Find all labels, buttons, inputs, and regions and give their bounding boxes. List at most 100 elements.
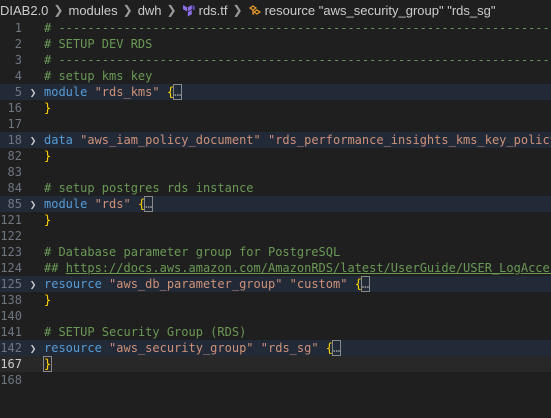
line-number: 125 bbox=[0, 277, 22, 291]
code-text: # --------------------------------------… bbox=[44, 21, 551, 35]
chevron-right-icon[interactable]: ❯ bbox=[22, 342, 44, 355]
code-text: # setup postgres rds instance bbox=[44, 181, 254, 195]
code-text: } bbox=[44, 293, 51, 307]
code-token[interactable]: … bbox=[331, 340, 342, 356]
code-line[interactable]: 141 # SETUP Security Group (RDS) bbox=[0, 324, 551, 340]
code-token: "rds_performance_insights_kms_key_policy… bbox=[267, 133, 551, 147]
code-line[interactable]: 125 ❯ resource "aws_db_parameter_group" "c… bbox=[0, 276, 551, 292]
code-line[interactable]: 5 ❯ module "rds_kms" {… bbox=[0, 84, 551, 100]
chevron-right-icon: ❯ bbox=[122, 3, 133, 17]
line-number: 3 bbox=[14, 53, 22, 67]
line-number: 142 bbox=[0, 341, 22, 355]
line-number: 141 bbox=[0, 325, 22, 339]
link[interactable]: https://docs.aws.amazon.com/AmazonRDS/la… bbox=[66, 261, 551, 275]
code-token: "aws_db_parameter_group" bbox=[109, 277, 283, 291]
breadcrumb-item-dwh[interactable]: dwh bbox=[138, 3, 162, 18]
chevron-right-icon: ❯ bbox=[166, 3, 177, 17]
line-number: 140 bbox=[0, 309, 22, 323]
code-line[interactable]: 85 ❯ module "rds" {… bbox=[0, 196, 551, 212]
code-token: # Database parameter group for PostgreSQ… bbox=[44, 245, 341, 259]
breadcrumb-label: modules bbox=[68, 2, 118, 18]
line-number: 4 bbox=[14, 69, 22, 83]
code-text: ## https://docs.aws.amazon.com/AmazonRDS… bbox=[44, 261, 551, 275]
code-text: # Database parameter group for PostgreSQ… bbox=[44, 245, 340, 259]
chevron-right-icon[interactable]: ❯ bbox=[22, 278, 44, 291]
code-token: "rds_sg" bbox=[260, 341, 319, 355]
code-token: "aws_security_group" bbox=[109, 341, 254, 355]
code-token: { bbox=[166, 85, 175, 99]
breadcrumb-label: DIAB2.0 bbox=[0, 2, 49, 18]
code-text: } bbox=[44, 149, 51, 163]
line-number: 84 bbox=[7, 181, 22, 195]
line-number: 167 bbox=[0, 357, 22, 371]
code-line[interactable]: 83 bbox=[0, 164, 551, 180]
line-number: 124 bbox=[0, 261, 22, 275]
breadcrumb-label: resource "aws_security_group" "rds_sg" bbox=[264, 2, 496, 18]
code-text: module "rds" {… bbox=[44, 196, 154, 212]
line-number: 2 bbox=[14, 37, 22, 51]
code-token[interactable]: … bbox=[360, 276, 371, 292]
chevron-right-icon[interactable]: ❯ bbox=[22, 134, 44, 147]
code-token: data bbox=[44, 133, 81, 147]
code-text: # SETUP DEV RDS bbox=[44, 37, 152, 51]
code-token[interactable]: … bbox=[173, 84, 183, 100]
code-line[interactable]: 84 # setup postgres rds instance bbox=[0, 180, 551, 196]
code-text: } bbox=[44, 213, 51, 227]
code-editor[interactable]: 1 # -------------------------------------… bbox=[0, 20, 551, 418]
code-token: "rds_kms" bbox=[94, 85, 160, 99]
code-token: # SETUP DEV RDS bbox=[44, 37, 153, 51]
code-line[interactable]: 142 ❯ resource "aws_security_group" "rds_s… bbox=[0, 340, 551, 356]
breadcrumb-label: dwh bbox=[137, 2, 162, 18]
terraform-icon bbox=[182, 4, 195, 16]
code-line[interactable]: 121} bbox=[0, 212, 551, 228]
breadcrumb-item-file[interactable]: rds.tf bbox=[182, 3, 228, 18]
code-line[interactable]: 1 # -------------------------------------… bbox=[0, 20, 551, 36]
line-number: 5 bbox=[14, 85, 22, 99]
chevron-right-icon[interactable]: ❯ bbox=[22, 198, 44, 211]
code-line[interactable]: 138} bbox=[0, 292, 551, 308]
code-line[interactable]: 140 bbox=[0, 308, 551, 324]
code-line[interactable]: 18 ❯ data "aws_iam_policy_document" "rds_p… bbox=[0, 132, 551, 148]
code-text: } bbox=[44, 101, 51, 115]
code-token: "aws_iam_policy_document" bbox=[80, 133, 261, 147]
code-line[interactable]: 2 # SETUP DEV RDS bbox=[0, 36, 551, 52]
code-line[interactable]: 123 # Database parameter group for Postgr… bbox=[0, 244, 551, 260]
code-token: { bbox=[354, 277, 362, 291]
code-token: module bbox=[44, 85, 95, 99]
code-line[interactable]: 124 ## https://docs.aws.amazon.com/Amazon… bbox=[0, 260, 551, 276]
code-token: module bbox=[44, 197, 95, 211]
line-number: 1 bbox=[14, 21, 22, 35]
line-number: 83 bbox=[7, 165, 22, 179]
line-number: 121 bbox=[0, 213, 22, 227]
code-line[interactable]: 122 bbox=[0, 228, 551, 244]
code-line[interactable]: 4 # setup kms key bbox=[0, 68, 551, 84]
line-number: 17 bbox=[7, 117, 22, 131]
code-token: # SETUP Security Group (RDS) bbox=[44, 325, 247, 339]
breadcrumb-item-project[interactable]: DIAB2.0 bbox=[0, 3, 48, 18]
line-number: 138 bbox=[0, 293, 22, 307]
breadcrumb-item-symbol[interactable]: resource "aws_security_group" "rds_sg" bbox=[248, 2, 496, 18]
code-token: } bbox=[44, 149, 52, 163]
code-token[interactable]: … bbox=[144, 196, 154, 212]
chevron-right-icon: ❯ bbox=[232, 3, 243, 17]
code-line[interactable]: 82} bbox=[0, 148, 551, 164]
line-number: 85 bbox=[7, 197, 22, 211]
code-line[interactable]: 168 bbox=[0, 372, 551, 388]
code-line[interactable]: 3 # -------------------------------------… bbox=[0, 52, 551, 68]
code-text: # setup kms key bbox=[44, 69, 152, 83]
code-text: # --------------------------------------… bbox=[44, 53, 551, 67]
code-line[interactable]: 167} bbox=[0, 356, 551, 372]
code-token: # setup kms key bbox=[44, 69, 153, 83]
code-token: } bbox=[44, 213, 52, 227]
code-line[interactable]: 17 bbox=[0, 116, 551, 132]
code-line[interactable]: 16} bbox=[0, 100, 551, 116]
chevron-right-icon[interactable]: ❯ bbox=[22, 86, 44, 99]
breadcrumb: DIAB2.0 ❯ modules ❯ dwh ❯ rds.tf ❯ resou… bbox=[0, 0, 551, 20]
line-number: 168 bbox=[0, 373, 22, 387]
breadcrumb-item-modules[interactable]: modules bbox=[68, 3, 117, 18]
code-token: "rds" bbox=[94, 197, 131, 211]
